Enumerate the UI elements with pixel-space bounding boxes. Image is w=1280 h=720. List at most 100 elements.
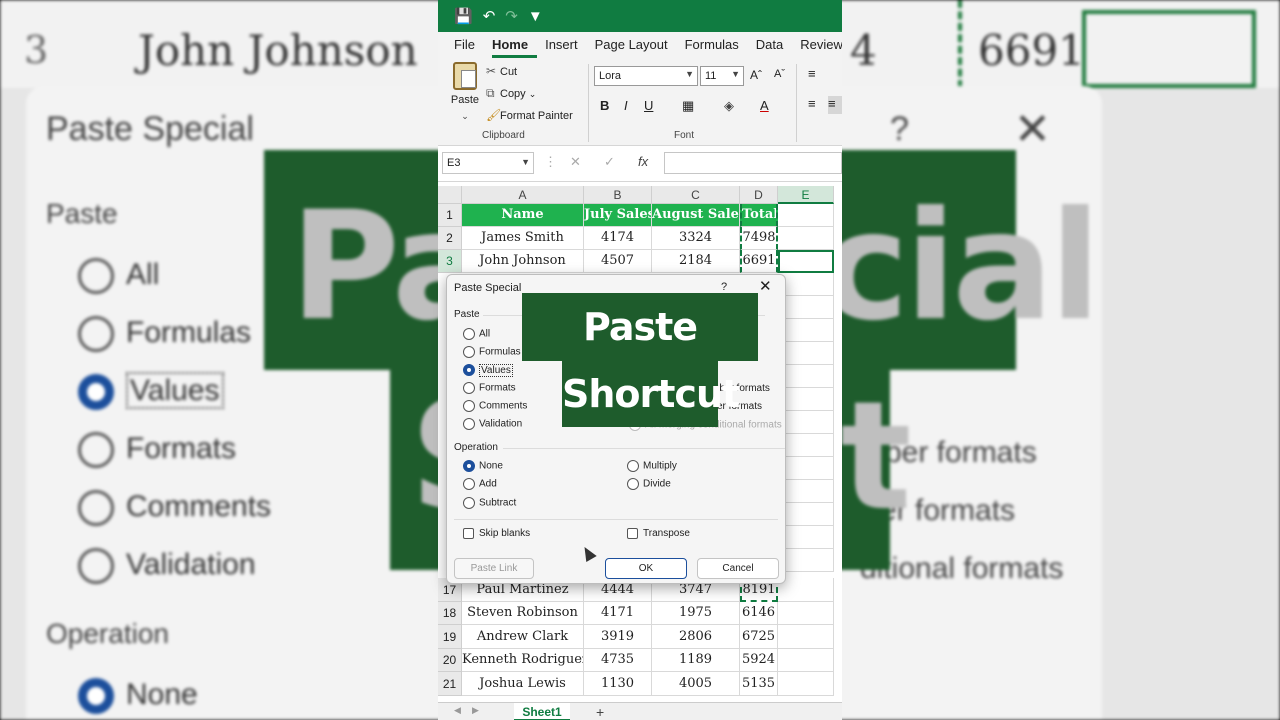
cancel-button[interactable]: Cancel xyxy=(697,558,779,579)
cell[interactable] xyxy=(778,342,834,365)
cell[interactable]: 4174 xyxy=(584,227,652,250)
row-header[interactable]: 2 xyxy=(438,227,462,250)
cell[interactable] xyxy=(778,227,834,250)
customize-icon[interactable]: ▼ xyxy=(528,8,543,25)
cut-button[interactable]: ✂ Cut xyxy=(486,64,517,78)
formula-input[interactable] xyxy=(664,152,842,174)
row-header[interactable]: 20 xyxy=(438,649,462,672)
header-cell[interactable]: August Sales xyxy=(652,204,740,227)
tab-insert[interactable]: Insert xyxy=(545,37,587,58)
cell[interactable] xyxy=(778,672,834,696)
cell[interactable] xyxy=(778,457,834,480)
radio-all[interactable]: All xyxy=(463,328,490,340)
close-icon[interactable]: ✕ xyxy=(759,277,772,295)
cell[interactable] xyxy=(778,480,834,503)
cell[interactable]: 6725 xyxy=(740,625,778,649)
cell[interactable]: Andrew Clark xyxy=(462,625,584,649)
help-icon[interactable]: ? xyxy=(721,281,727,293)
transpose-checkbox[interactable]: Transpose xyxy=(627,528,690,539)
underline-button[interactable]: U xyxy=(644,98,653,113)
tab-data[interactable]: Data xyxy=(756,37,792,58)
cell[interactable] xyxy=(778,296,834,319)
cell[interactable]: 1975 xyxy=(652,602,740,625)
cell[interactable]: 4005 xyxy=(652,672,740,696)
cell[interactable] xyxy=(778,388,834,411)
redo-icon[interactable]: ↷ xyxy=(505,7,518,25)
cell[interactable]: 1130 xyxy=(584,672,652,696)
radio-validation[interactable]: Validation xyxy=(463,418,522,430)
cell[interactable]: 2184 xyxy=(652,250,740,273)
font-color-icon[interactable]: A xyxy=(760,98,769,113)
cell[interactable]: 3324 xyxy=(652,227,740,250)
tab-page-layout[interactable]: Page Layout xyxy=(595,37,677,58)
cell[interactable]: 7498 xyxy=(740,227,778,250)
row-header[interactable]: 1 xyxy=(438,204,462,227)
decrease-font-icon[interactable]: Aˇ xyxy=(774,68,785,80)
column-header-d[interactable]: D xyxy=(740,186,778,204)
sheet-tab[interactable]: Sheet1 xyxy=(514,703,570,720)
header-cell[interactable]: Name xyxy=(462,204,584,227)
cell[interactable] xyxy=(778,649,834,672)
cell[interactable] xyxy=(778,549,834,572)
copy-button[interactable]: ⧉ Copy ⌄ xyxy=(486,86,536,101)
font-name-select[interactable]: Lora ▼ xyxy=(594,66,698,86)
format-painter-button[interactable]: 🖌Format Painter xyxy=(486,108,573,122)
align-center-icon[interactable]: ≡ xyxy=(828,96,842,114)
align-left-icon[interactable]: ≡ xyxy=(808,96,816,111)
radio-multiply[interactable]: Multiply xyxy=(627,460,677,472)
enter-icon[interactable]: ✓ xyxy=(604,154,615,170)
row-header[interactable]: 21 xyxy=(438,672,462,696)
cell[interactable]: 3919 xyxy=(584,625,652,649)
cell[interactable]: 1189 xyxy=(652,649,740,672)
font-size-select[interactable]: 11 ▼ xyxy=(700,66,744,86)
row-header[interactable]: 3 xyxy=(438,250,462,273)
row-header[interactable]: 19 xyxy=(438,625,462,649)
increase-font-icon[interactable]: Aˆ xyxy=(750,68,762,82)
cancel-icon[interactable]: ✕ xyxy=(570,154,581,170)
align-top-icon[interactable]: ≡ xyxy=(808,66,816,81)
cell[interactable] xyxy=(778,625,834,649)
column-header-b[interactable]: B xyxy=(584,186,652,204)
cell[interactable]: 5924 xyxy=(740,649,778,672)
radio-none[interactable]: None xyxy=(463,460,503,472)
undo-icon[interactable]: ↶ xyxy=(483,7,496,25)
cell[interactable] xyxy=(778,578,834,602)
cell[interactable] xyxy=(778,526,834,549)
header-cell[interactable]: July Sales xyxy=(584,204,652,227)
cell[interactable] xyxy=(778,602,834,625)
tab-review[interactable]: Review xyxy=(800,37,842,58)
radio-subtract[interactable]: Subtract xyxy=(463,497,516,509)
paste-button[interactable]: Paste ⌄ xyxy=(450,62,480,124)
cell[interactable]: 2806 xyxy=(652,625,740,649)
cell[interactable] xyxy=(778,319,834,342)
tab-file[interactable]: File xyxy=(454,37,484,58)
header-cell[interactable]: Total xyxy=(740,204,778,227)
cell[interactable]: Joshua Lewis xyxy=(462,672,584,696)
cell[interactable] xyxy=(778,204,834,227)
scroll-left-icon[interactable]: ◀ xyxy=(454,705,461,716)
radio-formulas[interactable]: Formulas xyxy=(463,346,521,358)
cell[interactable] xyxy=(778,503,834,526)
radio-values[interactable]: Values xyxy=(463,363,513,377)
add-sheet-icon[interactable]: + xyxy=(596,704,604,720)
cell[interactable] xyxy=(778,273,834,296)
radio-comments[interactable]: Comments xyxy=(463,400,527,412)
select-all[interactable] xyxy=(438,186,462,204)
insert-function-icon[interactable]: fx xyxy=(638,154,648,169)
fill-color-icon[interactable]: ◈ xyxy=(724,98,734,114)
cell[interactable]: 6691 xyxy=(740,250,778,273)
name-box[interactable]: E3 ▼ xyxy=(442,152,534,174)
cell[interactable]: 4735 xyxy=(584,649,652,672)
cell[interactable]: 4507 xyxy=(584,250,652,273)
radio-add[interactable]: Add xyxy=(463,478,497,490)
cell[interactable]: John Johnson xyxy=(462,250,584,273)
cell[interactable]: James Smith xyxy=(462,227,584,250)
borders-icon[interactable]: ▦ xyxy=(682,98,694,114)
tab-home[interactable]: Home xyxy=(491,37,538,58)
bold-button[interactable]: B xyxy=(600,98,609,113)
cell[interactable]: 4171 xyxy=(584,602,652,625)
cell[interactable]: Kenneth Rodriguez xyxy=(462,649,584,672)
cell[interactable]: 5135 xyxy=(740,672,778,696)
column-header-a[interactable]: A xyxy=(462,186,584,204)
column-header-c[interactable]: C xyxy=(652,186,740,204)
